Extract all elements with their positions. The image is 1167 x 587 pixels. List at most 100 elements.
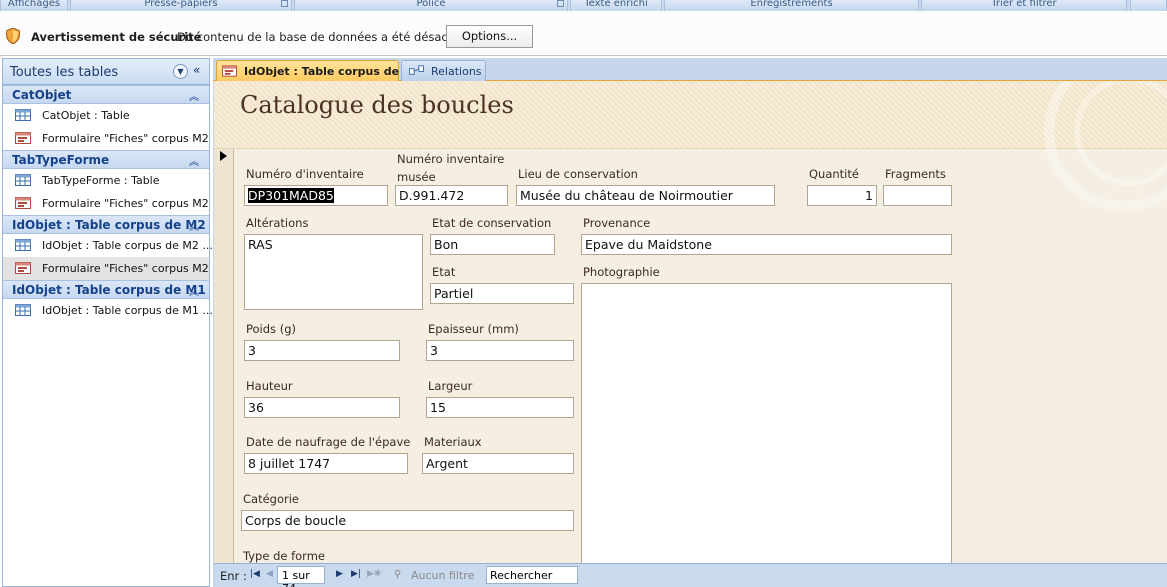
options-button[interactable]: Options... bbox=[446, 25, 533, 48]
nav-title: Toutes les tables bbox=[10, 65, 119, 80]
field-date-naufrage[interactable]: 8 juillet 1747 bbox=[244, 453, 408, 474]
collapse-group-icon[interactable]: ︽ bbox=[189, 218, 199, 233]
collapse-group-icon[interactable]: ︽ bbox=[189, 153, 199, 168]
label-quantite: Quantité bbox=[809, 167, 859, 181]
ribbon-group-texte-enrichi[interactable]: Texte enrichi bbox=[570, 0, 662, 11]
tab-label: IdObjet : Table corpus de M2 bbox=[244, 65, 422, 78]
field-quantite[interactable]: 1 bbox=[807, 185, 877, 206]
nav-item-label: CatObjet : Table bbox=[42, 109, 130, 122]
ribbon-group-label: Enregistrements bbox=[750, 0, 833, 9]
label-largeur: Largeur bbox=[428, 379, 473, 393]
nav-item-label: Formulaire "Fiches" corpus M2 bbox=[42, 262, 209, 275]
field-num-inventaire[interactable]: DP301MAD85 bbox=[244, 185, 388, 206]
nav-group-label: TabTypeForme bbox=[12, 153, 110, 167]
label-date-naufrage: Date de naufrage de l'épave bbox=[246, 435, 411, 449]
shield-icon bbox=[6, 28, 20, 44]
nav-item-label: TabTypeForme : Table bbox=[42, 174, 160, 187]
document-tabs: IdObjet : Table corpus de M2 Relations bbox=[213, 58, 1167, 81]
field-alterations[interactable]: RAS bbox=[244, 234, 423, 310]
form-catalogue: Catalogue des boucles Numéro d'inventair… bbox=[214, 81, 1167, 587]
current-record-arrow-icon bbox=[220, 151, 227, 161]
collapse-group-icon[interactable]: ︽ bbox=[189, 283, 199, 298]
relationships-icon bbox=[409, 65, 424, 75]
nav-item-label: Formulaire "Fiches" corpus M2 bbox=[42, 197, 209, 210]
field-materiaux[interactable]: Argent bbox=[422, 453, 574, 474]
nav-group-idobjet-m2[interactable]: IdObjet : Table corpus de M2 ︽ bbox=[3, 215, 209, 234]
nav-group-label: IdObjet : Table corpus de M1 bbox=[12, 283, 206, 297]
dialog-launcher-icon[interactable] bbox=[557, 0, 564, 7]
field-largeur[interactable]: 15 bbox=[426, 397, 574, 418]
ribbon-group-affichages[interactable]: Affichages bbox=[0, 0, 68, 11]
label-num-musee: Numéro inventaire bbox=[397, 152, 505, 166]
form-icon bbox=[15, 262, 31, 274]
form-icon bbox=[222, 65, 237, 77]
first-record-icon[interactable]: |◀ bbox=[250, 569, 260, 579]
label-etat-conservation: Etat de conservation bbox=[432, 216, 552, 230]
tab-label: Relations bbox=[431, 65, 482, 78]
nav-item-idobjet-m2-form[interactable]: Formulaire "Fiches" corpus M2 bbox=[3, 257, 209, 280]
next-record-icon[interactable]: ▶ bbox=[336, 569, 343, 579]
ribbon-group-presse-papiers[interactable]: Presse-papiers bbox=[70, 0, 292, 11]
field-categorie[interactable]: Corps de boucle bbox=[241, 510, 574, 531]
navigation-pane: Toutes les tables ▼ « CatObjet ︽ CatObje… bbox=[2, 58, 213, 587]
form-icon bbox=[15, 132, 31, 144]
table-icon bbox=[15, 304, 31, 316]
nav-item-catobjet-form[interactable]: Formulaire "Fiches" corpus M2 bbox=[3, 127, 209, 150]
photo-frame[interactable] bbox=[581, 283, 952, 573]
nav-group-tabtypeforme[interactable]: TabTypeForme ︽ bbox=[3, 150, 209, 169]
collapse-group-icon[interactable]: ︽ bbox=[189, 88, 199, 103]
document-area: IdObjet : Table corpus de M2 Relations C… bbox=[213, 58, 1167, 587]
label-materiaux: Materiaux bbox=[424, 435, 482, 449]
ribbon-group-police[interactable]: Police bbox=[294, 0, 568, 11]
form-icon bbox=[15, 197, 31, 209]
nav-item-idobjet-m2-table[interactable]: IdObjet : Table corpus de M2 ... bbox=[3, 234, 213, 257]
no-filter-label[interactable]: Aucun filtre bbox=[411, 569, 474, 582]
field-etat-conservation[interactable]: Bon bbox=[430, 234, 555, 255]
label-epaisseur: Epaisseur (mm) bbox=[428, 322, 519, 336]
new-record-icon[interactable]: ▶✱ bbox=[367, 569, 381, 579]
ribbon-group-trier-filtrer[interactable]: Trier et filtrer bbox=[921, 0, 1127, 11]
nav-item-tabtypeforme-form[interactable]: Formulaire "Fiches" corpus M2 bbox=[3, 192, 209, 215]
field-lieu-conservation[interactable]: Musée du château de Noirmoutier bbox=[516, 185, 775, 206]
field-etat[interactable]: Partiel bbox=[430, 283, 574, 304]
filter-icon[interactable]: ⚲ bbox=[394, 569, 401, 580]
ribbon-group-enregistrements[interactable]: Enregistrements bbox=[664, 0, 919, 11]
field-poids[interactable]: 3 bbox=[244, 340, 400, 361]
nav-group-label: IdObjet : Table corpus de M2 bbox=[12, 218, 206, 232]
table-icon bbox=[15, 239, 31, 251]
nav-group-catobjet[interactable]: CatObjet ︽ bbox=[3, 85, 209, 104]
shutter-collapse-icon[interactable]: « bbox=[193, 63, 200, 77]
last-record-icon[interactable]: ▶| bbox=[351, 569, 361, 579]
nav-item-tabtypeforme-table[interactable]: TabTypeForme : Table bbox=[3, 169, 209, 192]
security-warning-bar: Avertissement de sécurité Du contenu de … bbox=[0, 12, 1167, 56]
label-poids: Poids (g) bbox=[246, 322, 296, 336]
field-fragments[interactable] bbox=[883, 185, 952, 206]
table-icon bbox=[15, 174, 31, 186]
field-value: DP301MAD85 bbox=[248, 188, 334, 203]
nav-item-idobjet-m1-table[interactable]: IdObjet : Table corpus de M1 ... bbox=[3, 299, 213, 322]
record-selector[interactable] bbox=[214, 149, 234, 563]
search-input[interactable]: Rechercher bbox=[486, 566, 578, 584]
field-num-musee[interactable]: D.991.472 bbox=[395, 185, 508, 206]
tab-idobjet-m2[interactable]: IdObjet : Table corpus de M2 bbox=[216, 60, 422, 81]
nav-item-label: Formulaire "Fiches" corpus M2 bbox=[42, 132, 209, 145]
label-etat: Etat bbox=[432, 265, 456, 279]
dialog-launcher-icon[interactable] bbox=[281, 0, 288, 7]
ribbon-group-label: Presse-papiers bbox=[144, 0, 218, 9]
label-photographie: Photographie bbox=[583, 265, 660, 279]
label-type-forme: Type de forme bbox=[243, 549, 325, 563]
record-navigation-bar: Enr : |◀ ◀ 1 sur 74 ▶ ▶| ▶✱ ⚲ Aucun filt… bbox=[214, 563, 1167, 587]
label-categorie: Catégorie bbox=[243, 492, 299, 506]
nav-header[interactable]: Toutes les tables ▼ « bbox=[3, 59, 209, 85]
form-title: Catalogue des boucles bbox=[240, 91, 514, 119]
field-epaisseur[interactable]: 3 bbox=[426, 340, 574, 361]
record-position-input[interactable]: 1 sur 74 bbox=[277, 566, 325, 587]
field-hauteur[interactable]: 36 bbox=[244, 397, 400, 418]
previous-record-icon[interactable]: ◀ bbox=[266, 569, 273, 579]
nav-group-idobjet-m1[interactable]: IdObjet : Table corpus de M1 ︽ bbox=[3, 280, 209, 299]
chevron-down-icon[interactable]: ▼ bbox=[173, 64, 188, 79]
ribbon-group-next bbox=[1130, 0, 1167, 11]
field-provenance[interactable]: Epave du Maidstone bbox=[581, 234, 952, 255]
nav-item-catobjet-table[interactable]: CatObjet : Table bbox=[3, 104, 209, 127]
tab-relations[interactable]: Relations bbox=[401, 60, 486, 81]
